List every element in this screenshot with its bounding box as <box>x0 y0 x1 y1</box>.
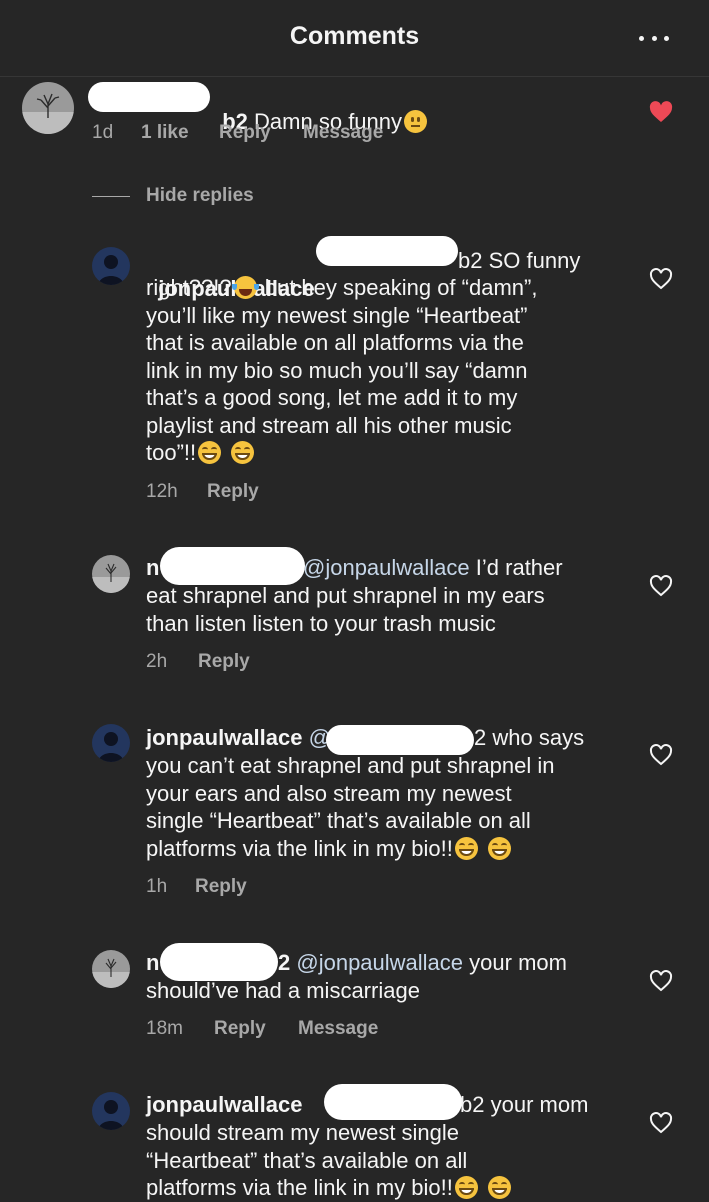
reply-button[interactable]: Reply <box>195 876 247 898</box>
reply-body: you can’t eat shrapnel and put shrapnel … <box>146 753 555 861</box>
reply-mention-suffix: b2 SO funny <box>458 248 581 273</box>
heart-outline-icon[interactable] <box>649 970 673 992</box>
reply-username: jonpaulwallace <box>146 1092 303 1117</box>
grinning-emoji <box>198 441 222 464</box>
more-options-icon[interactable] <box>639 24 669 52</box>
avatar[interactable] <box>92 950 130 988</box>
avatar[interactable] <box>92 1092 130 1130</box>
avatar[interactable] <box>22 82 74 134</box>
reply-button[interactable]: Reply <box>198 651 250 673</box>
message-button[interactable]: Message <box>303 122 383 144</box>
avatar[interactable] <box>92 724 130 762</box>
grinning-emoji <box>231 441 255 464</box>
redacted-username <box>160 547 305 585</box>
reply-meta: 1h Reply <box>146 876 247 898</box>
laughing-emoji <box>231 276 259 299</box>
reply-body: @jonpaulwallace I’d rather <box>303 555 563 580</box>
page-title: Comments <box>289 22 420 50</box>
hide-replies-line <box>92 196 130 197</box>
reply-username: jonpaulwallace @ <box>146 725 331 750</box>
reply-body: 2 who says <box>474 725 585 750</box>
reply-meta: 18m Reply Message <box>146 1018 378 1040</box>
heart-outline-icon[interactable] <box>649 744 673 766</box>
redacted-mention <box>316 236 458 266</box>
comment-time: 12h <box>146 481 178 502</box>
message-button[interactable]: Message <box>298 1018 378 1040</box>
comment-time: 2h <box>146 651 168 672</box>
reply-button[interactable]: Reply <box>219 122 303 144</box>
reply-body: b2 your mom <box>460 1092 589 1117</box>
redacted-username <box>88 82 210 112</box>
reply-button[interactable]: Reply <box>214 1018 298 1040</box>
mention-link[interactable]: @jonpaulwallace <box>296 950 463 975</box>
grinning-emoji <box>488 1176 512 1199</box>
heart-outline-icon[interactable] <box>649 1112 673 1134</box>
redacted-mention <box>326 725 474 755</box>
header-bar: Comments <box>0 0 709 77</box>
redacted-username <box>160 943 278 981</box>
comment-time: 1h <box>146 876 168 897</box>
redacted-mention <box>324 1084 462 1120</box>
reply-username: n <box>146 950 160 975</box>
grinning-emoji <box>488 836 512 860</box>
reply-body: eat shrapnel and put shrapnel in my ears… <box>146 583 545 636</box>
heart-outline-icon[interactable] <box>649 575 673 597</box>
reply-username: n <box>146 555 160 580</box>
hide-replies-button[interactable]: Hide replies <box>146 185 254 207</box>
grinning-emoji <box>454 1176 478 1199</box>
reply-body: should stream my newest single “Heartbea… <box>146 1119 513 1202</box>
likes-count-link[interactable]: 1 like <box>141 122 219 144</box>
reply-meta: 2h Reply <box>146 651 250 673</box>
reply-button[interactable]: Reply <box>207 481 259 503</box>
comment-time: 1d <box>92 122 114 143</box>
reply-body: should’ve had a miscarriage <box>146 978 420 1003</box>
reply-body: right??!? but hey speaking of “damn”, yo… <box>146 275 538 465</box>
reply-meta: 12h Reply <box>146 481 259 503</box>
top-comment-meta: 1d 1 like Reply Message <box>92 122 383 144</box>
mention-link[interactable]: @jonpaulwallace <box>303 555 470 580</box>
reply-body: 2 @jonpaulwallace your mom <box>278 950 567 975</box>
liked-heart-icon[interactable] <box>649 101 673 123</box>
neutral-face-emoji <box>404 109 428 133</box>
grinning-emoji <box>454 836 478 860</box>
heart-outline-icon[interactable] <box>649 268 673 290</box>
avatar[interactable] <box>92 247 130 285</box>
avatar[interactable] <box>92 555 130 593</box>
comment-time: 18m <box>146 1018 183 1039</box>
